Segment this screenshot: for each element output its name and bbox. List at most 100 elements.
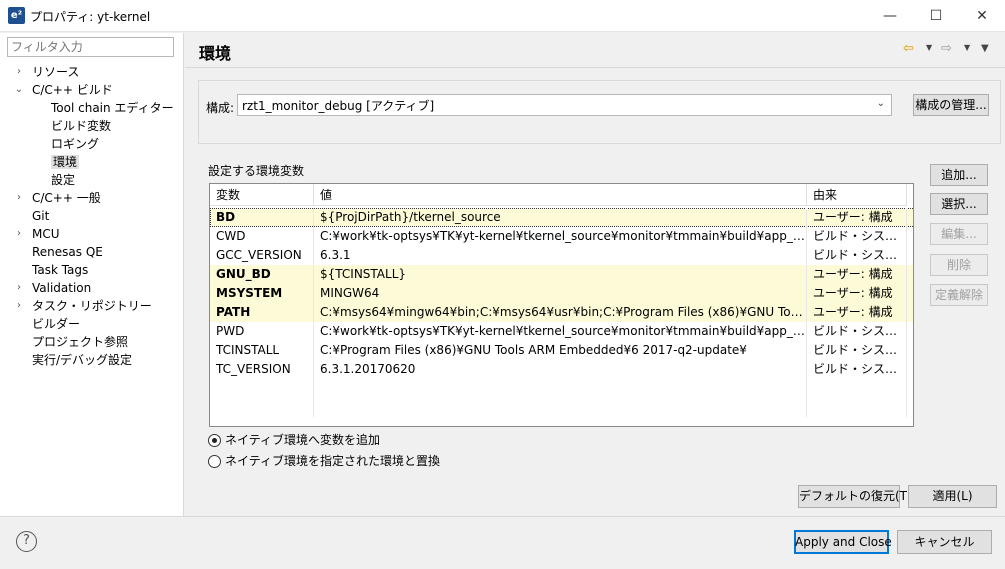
tree-item[interactable]: › Validation	[17, 279, 91, 297]
tree-item[interactable]: Task Tags	[32, 261, 88, 279]
tree-item[interactable]: › MCU	[17, 225, 60, 243]
tree-item-label: ビルダー	[32, 317, 81, 331]
table-cell-value: ${TCINSTALL}	[314, 265, 807, 284]
table-cell-origin: ユーザー: 構成	[807, 265, 907, 284]
tree-item[interactable]: 実行/デバッグ設定	[32, 351, 132, 369]
radio-append-circle[interactable]	[208, 434, 221, 447]
cancel-button[interactable]: キャンセル	[897, 530, 992, 554]
table-row[interactable]: TC_VERSION 6.3.1.20170620 ビルド・システム	[210, 360, 913, 379]
config-select[interactable]: rzt1_monitor_debug [アクティブ] ⌄	[237, 94, 892, 116]
table-cell-origin: ビルド・システム	[807, 246, 907, 265]
env-section-label: 設定する環境変数	[208, 164, 305, 178]
main-panel: 環境 ⇦ ▼ ⇨ ▼ ▼ 構成: rzt1_monitor_debug [アクテ…	[185, 33, 1005, 516]
tree-item-label: ロギング	[51, 137, 100, 151]
table-cell-value: C:¥msys64¥mingw64¥bin;C:¥msys64¥usr¥bin;…	[314, 303, 807, 322]
table-row[interactable]: GNU_BD ${TCINSTALL} ユーザー: 構成	[210, 265, 913, 284]
app-icon: e²	[8, 7, 25, 24]
manage-configurations-button[interactable]: 構成の管理...	[913, 94, 989, 116]
table-row[interactable]: PATH C:¥msys64¥mingw64¥bin;C:¥msys64¥usr¥…	[210, 303, 913, 322]
env-table[interactable]: 変数 値 由来 BD ${ProjDirPath}/tkernel_source ユ…	[209, 183, 914, 427]
edit-button[interactable]: 編集...	[930, 223, 988, 245]
table-cell-value: C:¥work¥tk-optsys¥TK¥yt-kernel¥tkernel_s…	[314, 322, 807, 341]
tree-item[interactable]: Git	[32, 207, 49, 225]
back-arrow-icon[interactable]: ⇦	[903, 41, 914, 56]
help-icon[interactable]: ?	[16, 531, 37, 552]
table-cell-origin: ビルド・システム	[807, 227, 907, 246]
column-header-value[interactable]: 値	[314, 184, 807, 206]
table-row[interactable]: CWD C:¥work¥tk-optsys¥TK¥yt-kernel¥tkerne…	[210, 227, 913, 246]
radio-replace-circle[interactable]	[208, 455, 221, 468]
tree-item[interactable]: › タスク・リポジトリー	[17, 297, 152, 315]
tree-item[interactable]: ビルダー	[32, 315, 80, 333]
table-cell-origin: ビルド・システム	[807, 322, 907, 341]
close-button[interactable]: ✕	[959, 0, 1005, 32]
chevron-right-icon[interactable]: ›	[14, 189, 24, 207]
tree-item[interactable]: Renesas QE	[32, 243, 103, 261]
tree-item[interactable]: ロギング	[51, 135, 99, 153]
undefine-button[interactable]: 定義解除	[930, 284, 988, 306]
forward-dropdown-icon[interactable]: ▼	[964, 43, 970, 52]
table-cell-name: BD	[210, 208, 314, 227]
window-title: プロパティ: yt-kernel	[30, 10, 151, 24]
tree-item-label: MCU	[32, 227, 60, 241]
chevron-right-icon[interactable]: ›	[14, 279, 24, 297]
config-label: 構成:	[206, 101, 235, 115]
tree-item[interactable]: ビルド変数	[51, 117, 111, 135]
tree-item[interactable]: › C/C++ 一般	[17, 189, 101, 207]
table-cell-name: PWD	[210, 322, 314, 341]
table-cell-name: PATH	[210, 303, 314, 322]
tree-item[interactable]: Tool chain エディター	[51, 99, 174, 117]
table-row[interactable]: GCC_VERSION 6.3.1 ビルド・システム	[210, 246, 913, 265]
tree-item[interactable]: 設定	[51, 171, 75, 189]
table-row[interactable]: PWD C:¥work¥tk-optsys¥TK¥yt-kernel¥tkerne…	[210, 322, 913, 341]
table-row[interactable]: TCINSTALL C:¥Program Files (x86)¥GNU Tool…	[210, 341, 913, 360]
add-button[interactable]: 追加...	[930, 164, 988, 186]
tree-item[interactable]: 環境	[51, 153, 80, 171]
table-cell-value: C:¥Program Files (x86)¥GNU Tools ARM Emb…	[314, 341, 807, 360]
table-cell-name: TC_VERSION	[210, 360, 314, 379]
apply-button[interactable]: 適用(L)	[908, 485, 997, 508]
maximize-button[interactable]: ☐	[913, 0, 959, 32]
select-button[interactable]: 選択...	[930, 193, 988, 215]
property-sidebar: › リソース ⌄ C/C++ ビルド Tool chain エディタービルド変数ロギング…	[0, 33, 184, 516]
radio-replace-label: ネイティブ環境を指定された環境と置換	[225, 454, 441, 468]
tree-item[interactable]: › リソース	[17, 63, 79, 81]
back-dropdown-icon[interactable]: ▼	[926, 43, 932, 52]
table-cell-origin: ビルド・システム	[807, 360, 907, 379]
chevron-right-icon[interactable]: ›	[14, 63, 24, 81]
table-cell-empty	[807, 379, 907, 398]
column-header-variable[interactable]: 変数	[210, 184, 314, 206]
tree-item-label: ビルド変数	[51, 119, 112, 133]
tree-item-label: 環境	[51, 155, 80, 169]
minimize-button[interactable]: —	[867, 0, 913, 32]
radio-append-label: ネイティブ環境へ変数を追加	[225, 433, 381, 447]
table-cell-empty	[210, 379, 314, 398]
tree-item-label: Git	[32, 209, 50, 223]
tree-item-label: Renesas QE	[32, 245, 103, 259]
table-cell-empty	[314, 398, 807, 417]
dialog-footer: ? Apply and Close キャンセル	[0, 516, 1005, 569]
restore-defaults-button[interactable]: デフォルトの復元(T)	[798, 485, 912, 508]
tree-item-label: 設定	[51, 173, 76, 187]
page-title: 環境	[199, 44, 232, 63]
table-cell-empty	[314, 379, 807, 398]
apply-and-close-button[interactable]: Apply and Close	[794, 530, 892, 554]
chevron-down-icon[interactable]: ⌄	[14, 81, 24, 99]
filter-input[interactable]	[7, 37, 174, 57]
forward-arrow-icon[interactable]: ⇨	[941, 41, 952, 56]
table-row[interactable]: BD ${ProjDirPath}/tkernel_source ユーザー: 構成	[210, 208, 913, 227]
page-header: 環境 ⇦ ▼ ⇨ ▼ ▼	[185, 33, 1005, 68]
view-menu-icon[interactable]: ▼	[981, 43, 989, 54]
tree-item-label: プロジェクト参照	[32, 335, 129, 349]
table-row-empty	[210, 379, 913, 398]
column-header-origin[interactable]: 由来	[807, 184, 907, 206]
tree-item[interactable]: ⌄ C/C++ ビルド	[15, 81, 113, 99]
delete-button[interactable]: 削除	[930, 254, 988, 276]
tree-item-label: C/C++ ビルド	[32, 83, 113, 97]
chevron-right-icon[interactable]: ›	[14, 225, 24, 243]
table-cell-name: TCINSTALL	[210, 341, 314, 360]
config-select-value: rzt1_monitor_debug [アクティブ]	[242, 99, 435, 113]
chevron-right-icon[interactable]: ›	[14, 297, 24, 315]
tree-item[interactable]: プロジェクト参照	[32, 333, 128, 351]
table-row[interactable]: MSYSTEM MINGW64 ユーザー: 構成	[210, 284, 913, 303]
